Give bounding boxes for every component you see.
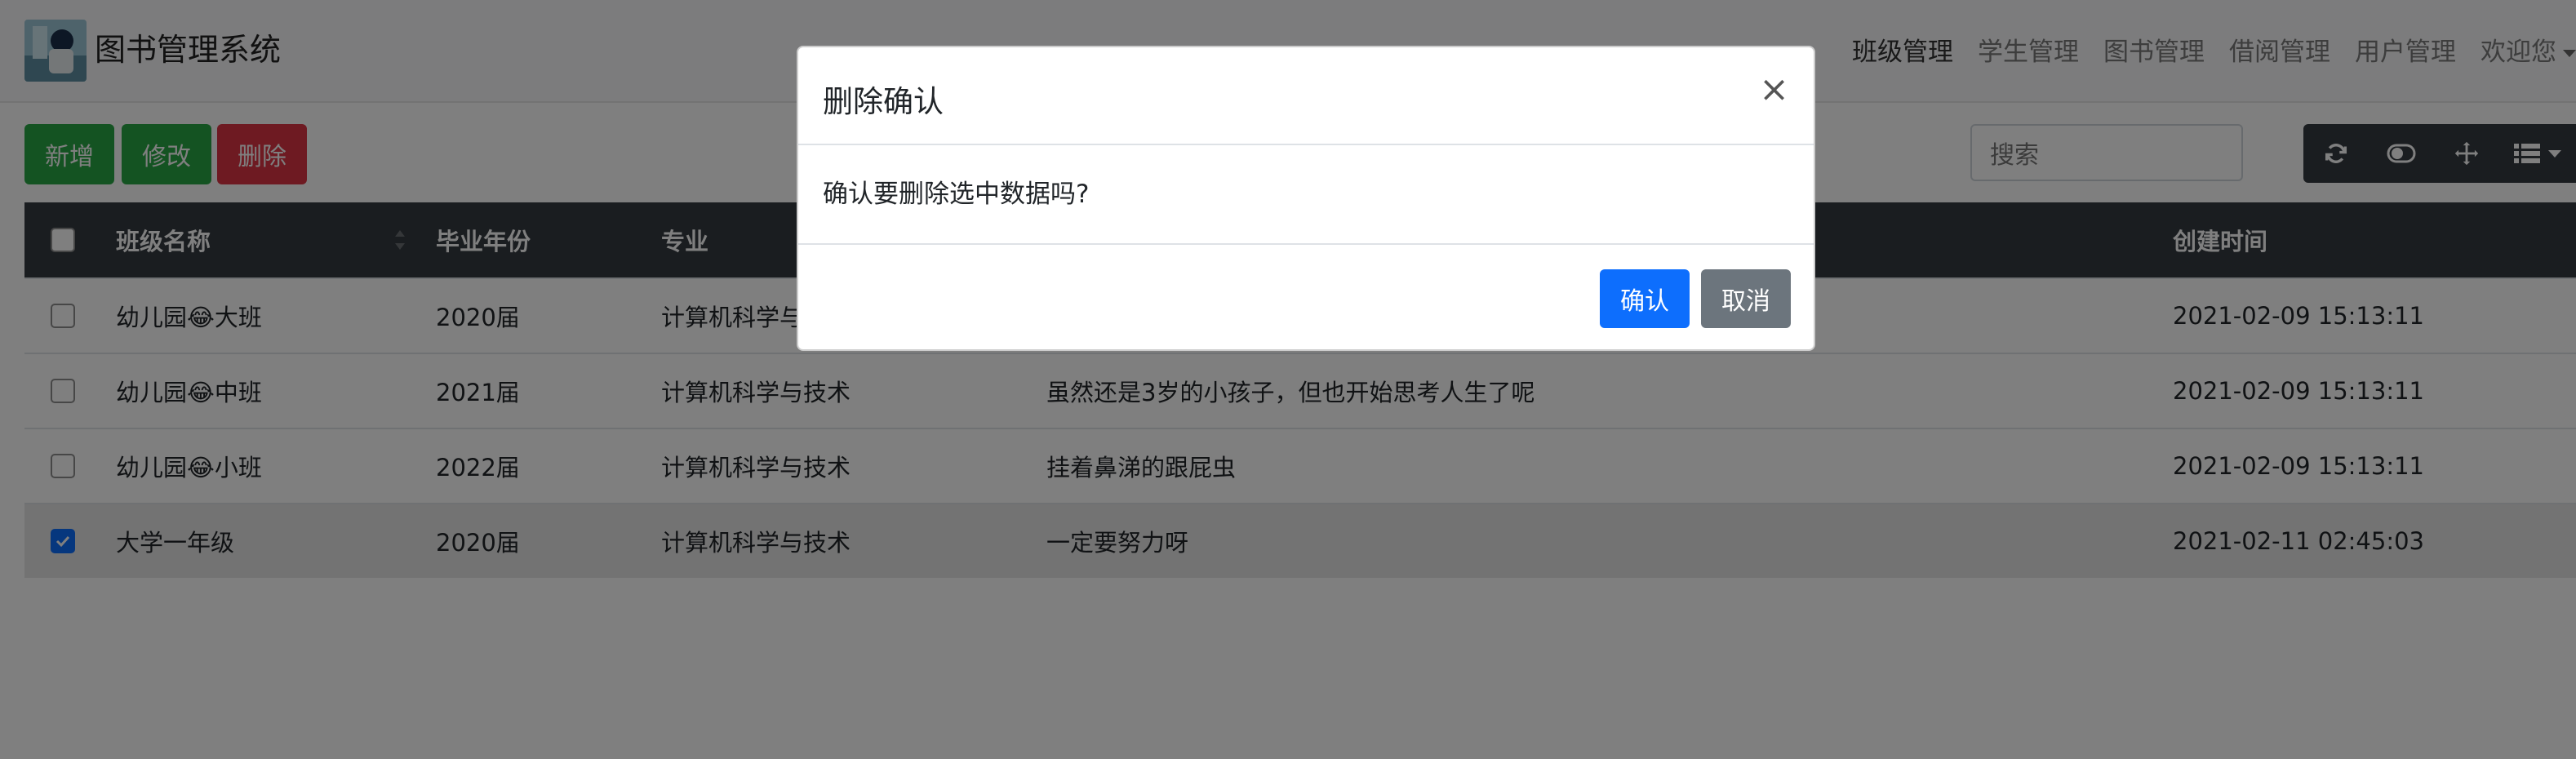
delete-confirm-dialog: 删除确认 × 确认要删除选中数据吗? 确认 取消	[797, 46, 1815, 351]
cancel-button[interactable]: 取消	[1701, 269, 1791, 328]
modal-message: 确认要删除选中数据吗?	[823, 180, 1090, 209]
close-icon[interactable]: ×	[1759, 72, 1789, 108]
modal-title: 删除确认	[823, 84, 944, 119]
confirm-button[interactable]: 确认	[1600, 269, 1690, 328]
modal-header: 删除确认 ×	[798, 47, 1814, 145]
modal-footer: 确认 取消	[798, 245, 1814, 354]
modal-body: 确认要删除选中数据吗?	[798, 145, 1814, 245]
